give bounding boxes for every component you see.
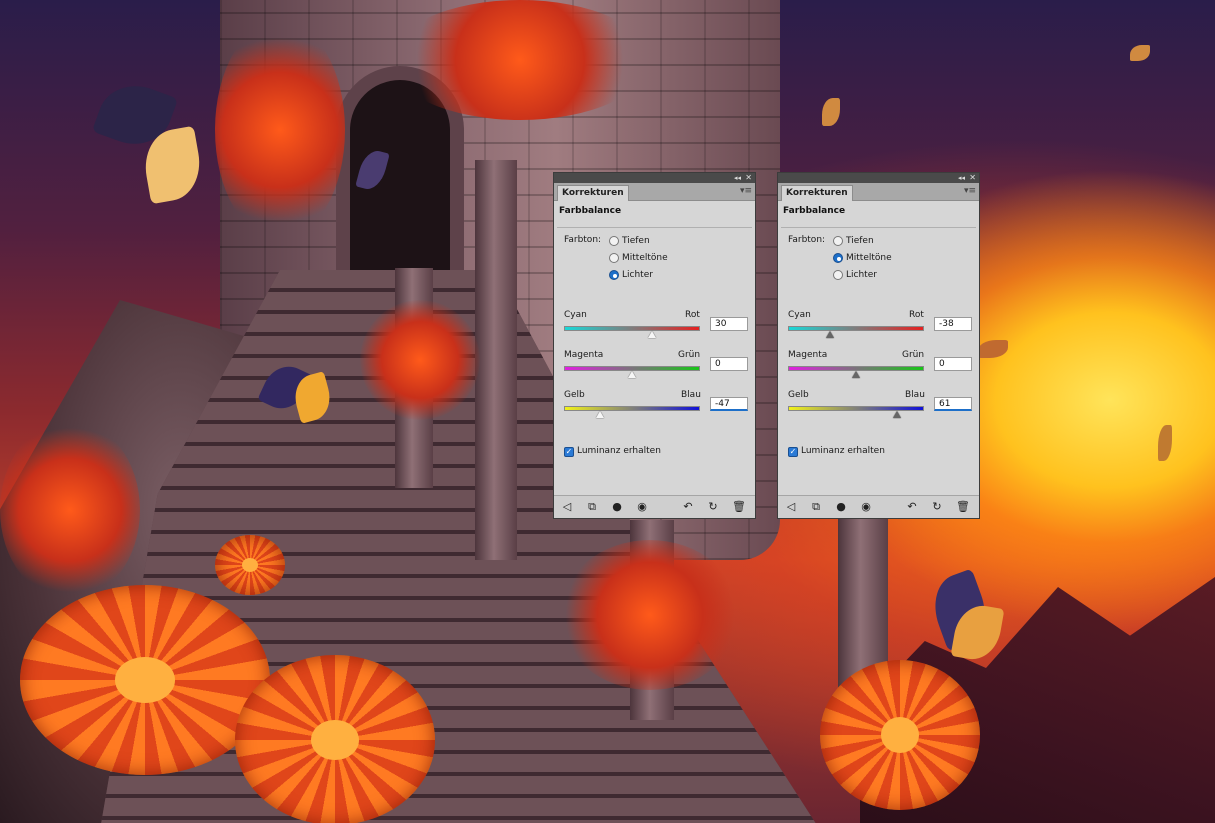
slider-right-label: Rot <box>909 310 924 320</box>
slider-left-label: Cyan <box>788 310 811 320</box>
delete-icon[interactable]: 🗑 <box>732 500 746 514</box>
preserve-luminosity-checkbox[interactable]: ✓ <box>564 447 574 457</box>
radio-button[interactable] <box>609 253 619 263</box>
slider-right-label: Grün <box>678 350 701 360</box>
eye-icon[interactable]: ◉ <box>859 500 873 514</box>
cyan-red-value[interactable]: 30 <box>710 317 748 331</box>
yellow-blue-slider[interactable] <box>564 406 700 411</box>
slider-left-label: Magenta <box>564 350 604 360</box>
close-icon[interactable]: ✕ <box>969 173 976 183</box>
view-previous-icon[interactable]: ↶ <box>681 500 695 514</box>
panel-footer: ◁ ⧉ ● ◉ ↶ ↻ 🗑 <box>554 495 755 518</box>
magenta-green-value[interactable]: 0 <box>710 357 748 371</box>
panel-menu-icon[interactable]: ▾≡ <box>740 186 752 196</box>
adjustment-title: Farbbalance <box>559 206 622 216</box>
slider-thumb[interactable] <box>596 411 604 418</box>
radio-label: Mitteltöne <box>622 253 668 263</box>
radio-button[interactable] <box>609 236 619 246</box>
delete-icon[interactable]: 🗑 <box>956 500 970 514</box>
reset-icon[interactable]: ↻ <box>706 500 720 514</box>
clip-to-layer-icon[interactable]: ⧉ <box>809 500 823 514</box>
adjustment-title: Farbbalance <box>783 206 846 216</box>
radio-tiefen[interactable]: Tiefen <box>833 234 874 248</box>
cyan-red-slider[interactable] <box>788 326 924 331</box>
back-arrow-icon[interactable]: ◁ <box>560 500 574 514</box>
preserve-luminosity-checkbox[interactable]: ✓ <box>788 447 798 457</box>
layer-visibility-icon[interactable]: ● <box>834 500 848 514</box>
radio-label: Tiefen <box>846 236 874 246</box>
slider-thumb[interactable] <box>648 331 656 338</box>
panel-titlebar[interactable]: ◂◂ ✕ <box>554 173 755 183</box>
cyan-red-value[interactable]: -38 <box>934 317 972 331</box>
panel-titlebar[interactable]: ◂◂ ✕ <box>778 173 979 183</box>
close-icon[interactable]: ✕ <box>745 173 752 183</box>
slider-right-label: Blau <box>905 390 925 400</box>
eye-icon[interactable]: ◉ <box>635 500 649 514</box>
panel-tabbar: Korrekturen ▾≡ <box>554 183 755 201</box>
dahlia-flower <box>215 535 285 595</box>
yellow-blue-value[interactable]: 61 <box>934 397 972 411</box>
stone-pillar <box>475 160 517 560</box>
autumn-ivy <box>560 540 740 690</box>
yellow-blue-slider[interactable] <box>788 406 924 411</box>
cyan-red-slider[interactable] <box>564 326 700 331</box>
radio-label: Tiefen <box>622 236 650 246</box>
view-previous-icon[interactable]: ↶ <box>905 500 919 514</box>
slider-left-label: Gelb <box>788 390 809 400</box>
radio-lichter[interactable]: Lichter <box>609 268 653 282</box>
radio-button[interactable] <box>833 236 843 246</box>
collapse-icon[interactable]: ◂◂ <box>958 173 965 183</box>
slider-right-label: Rot <box>685 310 700 320</box>
tab-korrekturen[interactable]: Korrekturen <box>557 185 629 201</box>
radio-tiefen[interactable]: Tiefen <box>609 234 650 248</box>
tone-label: Farbton: <box>788 235 826 245</box>
magenta-green-value[interactable]: 0 <box>934 357 972 371</box>
radio-lichter[interactable]: Lichter <box>833 268 877 282</box>
slider-left-label: Cyan <box>564 310 587 320</box>
slider-left-label: Gelb <box>564 390 585 400</box>
dahlia-flower <box>820 660 980 810</box>
panel-menu-icon[interactable]: ▾≡ <box>964 186 976 196</box>
slider-thumb[interactable] <box>893 411 901 418</box>
preserve-luminosity-label: Luminanz erhalten <box>577 446 661 456</box>
autumn-ivy <box>390 0 650 120</box>
preserve-luminosity-label: Luminanz erhalten <box>801 446 885 456</box>
radio-label: Lichter <box>846 270 877 280</box>
dahlia-flower <box>20 585 270 775</box>
slider-right-label: Blau <box>681 390 701 400</box>
autumn-ivy <box>0 420 140 600</box>
slider-right-label: Grün <box>902 350 925 360</box>
radio-label: Mitteltöne <box>846 253 892 263</box>
adjustments-panel-1: ◂◂ ✕ Korrekturen ▾≡ Farbbalance Farbton:… <box>553 172 756 519</box>
divider <box>781 227 976 228</box>
radio-label: Lichter <box>622 270 653 280</box>
divider <box>557 227 752 228</box>
slider-thumb[interactable] <box>852 371 860 378</box>
layer-visibility-icon[interactable]: ● <box>610 500 624 514</box>
radio-mitteltoene[interactable]: Mitteltöne <box>833 251 892 265</box>
slider-thumb[interactable] <box>826 331 834 338</box>
slider-thumb[interactable] <box>628 371 636 378</box>
panel-tabbar: Korrekturen ▾≡ <box>778 183 979 201</box>
radio-button[interactable] <box>833 253 843 263</box>
autumn-ivy <box>360 300 480 420</box>
reset-icon[interactable]: ↻ <box>930 500 944 514</box>
yellow-blue-value[interactable]: -47 <box>710 397 748 411</box>
back-arrow-icon[interactable]: ◁ <box>784 500 798 514</box>
radio-mitteltoene[interactable]: Mitteltöne <box>609 251 668 265</box>
panel-footer: ◁ ⧉ ● ◉ ↶ ↻ 🗑 <box>778 495 979 518</box>
adjustments-panel-2: ◂◂ ✕ Korrekturen ▾≡ Farbbalance Farbton:… <box>777 172 980 519</box>
tab-korrekturen[interactable]: Korrekturen <box>781 185 853 201</box>
collapse-icon[interactable]: ◂◂ <box>734 173 741 183</box>
clip-to-layer-icon[interactable]: ⧉ <box>585 500 599 514</box>
radio-button[interactable] <box>609 270 619 280</box>
tone-label: Farbton: <box>564 235 602 245</box>
dahlia-flower <box>235 655 435 823</box>
autumn-ivy <box>215 20 345 240</box>
slider-left-label: Magenta <box>788 350 828 360</box>
radio-button[interactable] <box>833 270 843 280</box>
